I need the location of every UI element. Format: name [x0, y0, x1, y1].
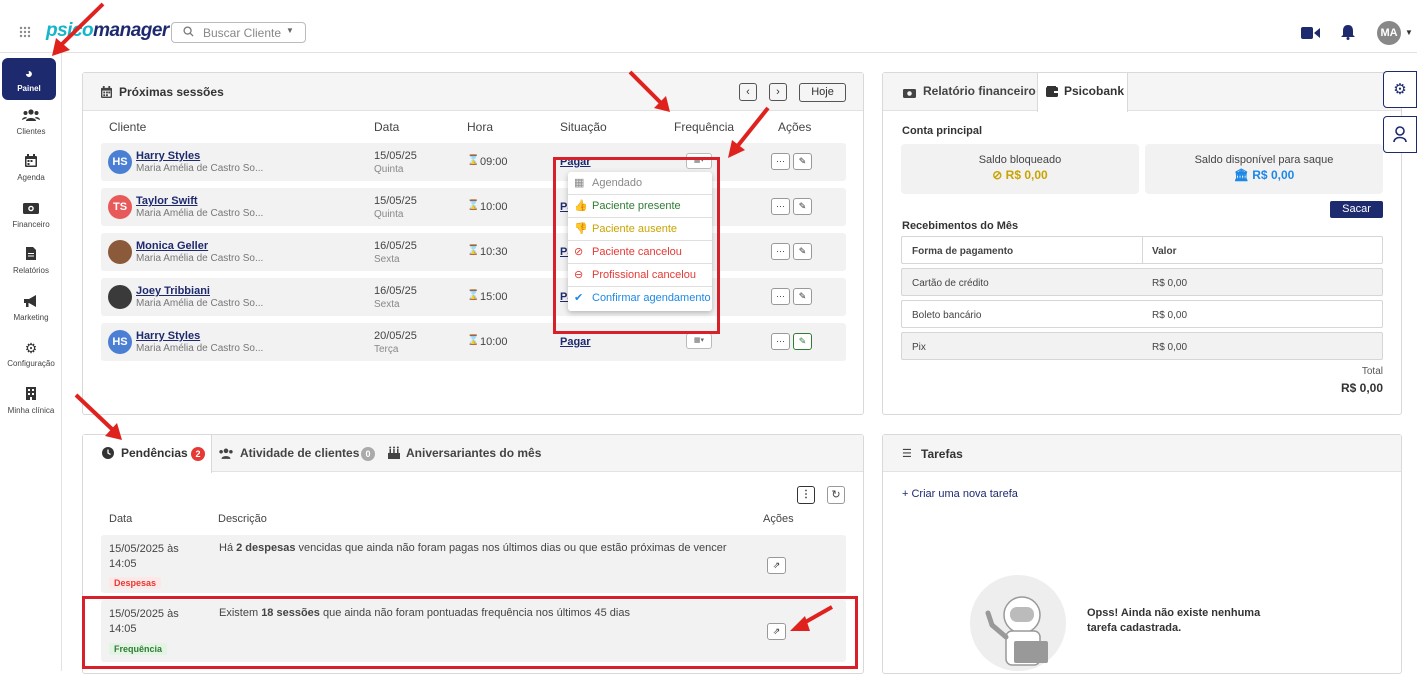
annotation-arrows [52, 2, 833, 631]
